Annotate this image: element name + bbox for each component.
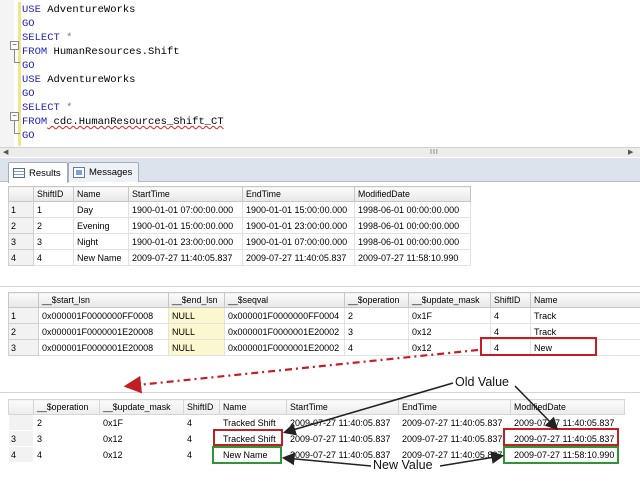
dashed-red-arrow bbox=[123, 348, 479, 394]
annotation-arrows bbox=[123, 348, 559, 467]
old-value-arrow-left bbox=[282, 382, 454, 436]
new-value-arrow-left bbox=[281, 452, 372, 467]
old-value-arrow-right bbox=[514, 385, 559, 431]
new-value-arrow-right bbox=[439, 451, 505, 467]
